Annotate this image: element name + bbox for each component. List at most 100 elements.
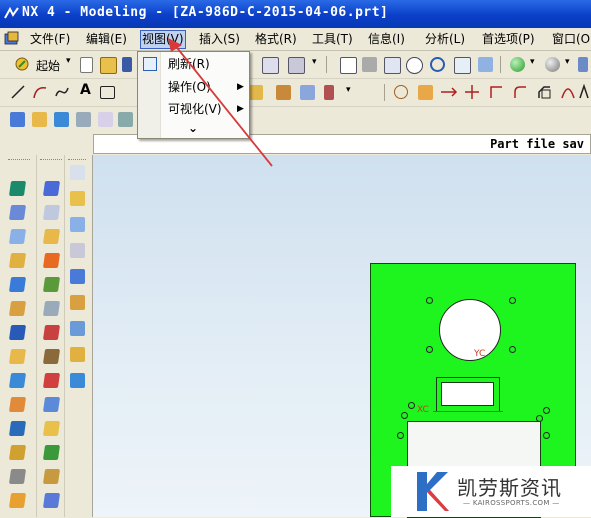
cylinder-icon[interactable]	[8, 253, 27, 268]
line-icon[interactable]	[10, 84, 26, 100]
mount-hole	[426, 346, 433, 353]
block-icon[interactable]	[42, 229, 61, 244]
surface-tool-icon[interactable]	[70, 373, 85, 388]
text-icon[interactable]: A	[80, 82, 91, 98]
feature-icon[interactable]	[42, 181, 61, 196]
chamfer-icon[interactable]	[536, 84, 552, 100]
pattern-icon[interactable]	[8, 373, 27, 388]
datum-icon[interactable]	[42, 205, 61, 220]
chevron-down-icon[interactable]: ▾	[346, 85, 351, 95]
datum-icon[interactable]	[8, 205, 27, 220]
draft-icon[interactable]	[8, 397, 27, 412]
extend-icon[interactable]	[440, 84, 458, 100]
menu-analysis[interactable]: 分析(L)	[425, 31, 465, 48]
pan-icon[interactable]	[454, 57, 471, 74]
status-text: Part file sav	[490, 137, 584, 151]
pattern-icon[interactable]	[42, 373, 61, 388]
chevron-down-icon[interactable]: ▾	[530, 57, 535, 67]
view-fit-icon[interactable]	[340, 57, 357, 74]
rotate-icon[interactable]	[430, 57, 445, 72]
blend-icon[interactable]	[42, 301, 61, 316]
zoom-icon[interactable]	[406, 57, 423, 74]
view-frame-icon[interactable]	[384, 57, 401, 74]
menu-tools[interactable]: 工具(T)	[312, 31, 353, 48]
split-body-icon[interactable]	[42, 445, 61, 460]
bridge-icon[interactable]	[324, 85, 334, 100]
pocket-icon[interactable]	[118, 112, 133, 127]
menu-preferences[interactable]: 首选项(P)	[482, 31, 535, 48]
surface-tool-icon[interactable]	[70, 321, 85, 336]
feature-icon[interactable]	[8, 181, 27, 196]
surface-tool-icon[interactable]	[70, 269, 85, 284]
split-body-icon[interactable]	[8, 445, 27, 460]
surface-tool-icon[interactable]	[70, 347, 85, 362]
patch-icon[interactable]	[42, 493, 61, 508]
trim-body-icon[interactable]	[42, 421, 61, 436]
rectangular-cutout[interactable]	[436, 377, 500, 412]
grip-handle[interactable]	[8, 159, 30, 162]
mirror-icon[interactable]	[8, 349, 27, 364]
surface-tool-icon[interactable]	[70, 165, 85, 180]
sew-icon[interactable]	[42, 469, 61, 484]
sphere-icon[interactable]	[510, 57, 525, 72]
spline-icon[interactable]	[560, 84, 576, 100]
surface-tool-icon[interactable]	[70, 243, 85, 258]
boss-icon[interactable]	[98, 112, 113, 127]
edit-curve-icon[interactable]	[394, 85, 408, 99]
grip-handle[interactable]	[40, 159, 62, 162]
extrude-icon[interactable]	[10, 112, 25, 127]
sweep-icon[interactable]	[54, 112, 69, 127]
refresh-icon	[143, 57, 157, 71]
material-icon[interactable]	[545, 57, 560, 72]
kairos-logo-icon	[417, 472, 449, 511]
chevron-down-icon[interactable]: ▾	[312, 57, 317, 67]
trim-body-icon[interactable]	[8, 421, 27, 436]
view-shaded-icon[interactable]	[362, 57, 377, 72]
offset-face-icon[interactable]	[42, 325, 61, 340]
more-tools-icon[interactable]	[578, 57, 588, 72]
fillet-icon[interactable]	[512, 84, 528, 100]
rectangle-icon[interactable]	[100, 86, 115, 99]
shell-icon[interactable]	[42, 277, 61, 292]
helix-icon[interactable]	[578, 84, 590, 100]
trim-icon[interactable]	[418, 85, 433, 100]
menu-app-icon[interactable]	[4, 31, 20, 47]
cylinder-icon[interactable]	[42, 253, 61, 268]
block-icon[interactable]	[8, 229, 27, 244]
menu-info[interactable]: 信息(I)	[368, 31, 405, 48]
surface-tool-icon[interactable]	[70, 295, 85, 310]
large-circle-hole[interactable]	[439, 299, 501, 361]
hole-icon[interactable]	[76, 112, 91, 127]
menu-edit[interactable]: 编辑(E)	[86, 31, 127, 48]
surface-tool-icon[interactable]	[70, 191, 85, 206]
select-icon[interactable]	[288, 57, 305, 74]
menu-file[interactable]: 文件(F)	[30, 31, 70, 48]
sew-icon[interactable]	[8, 469, 27, 484]
menu-window[interactable]: 窗口(O)	[552, 31, 591, 48]
new-file-icon[interactable]	[80, 57, 93, 73]
start-icon[interactable]	[14, 56, 30, 72]
offset-icon[interactable]	[300, 85, 315, 100]
chevron-down-icon[interactable]: ▾	[565, 57, 570, 67]
surface-tool-icon[interactable]	[70, 217, 85, 232]
render-icon[interactable]	[478, 57, 493, 72]
patch-icon[interactable]	[8, 493, 27, 508]
revolve-icon[interactable]	[32, 112, 47, 127]
corner-icon[interactable]	[488, 84, 504, 100]
draft-icon[interactable]	[42, 397, 61, 412]
watermark-url: — KAIROSSPORTS.COM —	[463, 499, 560, 507]
axis-label-yc: YC	[474, 349, 486, 359]
curve-icon[interactable]	[54, 84, 70, 100]
arc-icon[interactable]	[32, 84, 48, 100]
offset-face-icon[interactable]	[8, 325, 27, 340]
chevron-down-icon[interactable]: ▾	[66, 56, 71, 66]
grip-handle[interactable]	[68, 159, 86, 162]
save-icon[interactable]	[122, 57, 132, 72]
blend-icon[interactable]	[8, 301, 27, 316]
divide-icon[interactable]	[464, 84, 480, 100]
watermark: 凯劳斯资讯 — KAIROSSPORTS.COM —	[391, 466, 591, 517]
start-button[interactable]: 起始	[36, 57, 60, 74]
mirror-icon[interactable]	[42, 349, 61, 364]
open-folder-icon[interactable]	[100, 57, 117, 74]
shell-icon[interactable]	[8, 277, 27, 292]
